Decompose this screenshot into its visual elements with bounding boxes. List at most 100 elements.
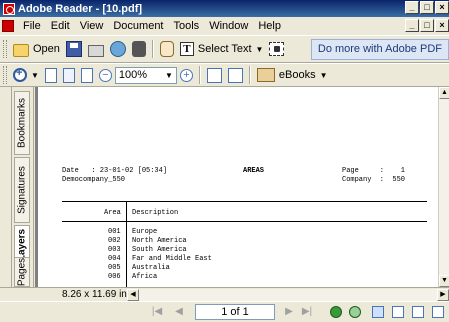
close-button[interactable]: × xyxy=(435,1,449,14)
chevron-down-icon[interactable]: ▼ xyxy=(320,71,328,80)
page-size-label: 8.26 x 11.69 in xyxy=(62,289,127,300)
table-row-code: 002 xyxy=(108,237,121,245)
menu-file[interactable]: File xyxy=(18,20,46,32)
rotate-icon xyxy=(227,67,243,83)
table-header-rule xyxy=(62,221,427,222)
scroll-left-button[interactable]: ◀ xyxy=(127,289,139,301)
zoom-value: 100% xyxy=(118,69,148,81)
rotate-ccw-button[interactable] xyxy=(225,65,246,85)
menu-tools[interactable]: Tools xyxy=(169,20,205,32)
status-bar: |◀ ◀ 1 of 1 ▶ ▶| xyxy=(0,301,449,322)
toolbar-grip[interactable] xyxy=(3,66,7,84)
tab-bookmarks-label: Bookmarks xyxy=(16,97,28,149)
table-row-code: 006 xyxy=(108,273,121,281)
email-button[interactable] xyxy=(107,39,129,59)
zoom-in-icon xyxy=(13,67,27,82)
menu-edit[interactable]: Edit xyxy=(46,20,75,32)
fit-width-button[interactable] xyxy=(78,65,96,85)
menu-help[interactable]: Help xyxy=(253,20,286,32)
snapshot-button[interactable] xyxy=(266,39,287,59)
select-text-label: Select Text xyxy=(197,43,252,55)
document-window-controls: _ □ × xyxy=(404,19,449,32)
scroll-right-button[interactable]: ▶ xyxy=(437,289,449,301)
snapshot-icon xyxy=(269,42,285,56)
rotate-button[interactable] xyxy=(204,65,225,85)
facing-icon[interactable] xyxy=(412,306,424,318)
document-view[interactable]: Date : 23-01-02 [05:34] Democompany_550 … xyxy=(35,87,438,287)
select-text-button[interactable]: T Select Text ▼ xyxy=(177,39,267,59)
chevron-down-icon[interactable]: ▼ xyxy=(256,45,264,54)
document-icon[interactable] xyxy=(2,20,14,32)
zoom-out-button[interactable]: − xyxy=(96,65,115,85)
single-page-icon[interactable] xyxy=(372,306,384,318)
report-title: AREAS xyxy=(243,167,265,175)
go-back-icon[interactable] xyxy=(330,306,342,318)
menu-window[interactable]: Window xyxy=(204,20,253,32)
first-page-icon[interactable]: |◀ xyxy=(150,305,164,319)
report-company-name: Democompany_550 xyxy=(62,176,126,184)
fit-page-icon xyxy=(62,67,75,83)
page-number-input[interactable]: 1 of 1 xyxy=(195,304,275,320)
adobe-pdf-promo-button[interactable]: Do more with Adobe PDF xyxy=(310,39,449,60)
actual-size-button[interactable] xyxy=(42,65,60,85)
tab-signatures-label: Signatures xyxy=(16,166,28,214)
doc-restore-button[interactable]: □ xyxy=(420,19,434,32)
table-row-code: 004 xyxy=(108,255,121,263)
menu-view[interactable]: View xyxy=(75,20,109,32)
fit-width-icon xyxy=(80,67,93,83)
zoom-level-input[interactable]: 100% ▼ xyxy=(114,66,177,84)
tab-signatures[interactable]: Signatures xyxy=(14,157,30,223)
tab-pages-label: Pages xyxy=(16,257,28,287)
app-icon[interactable] xyxy=(3,2,15,15)
column-header-description: Description xyxy=(132,209,179,217)
open-button[interactable]: Open xyxy=(10,39,63,59)
column-header-area: Area xyxy=(104,209,121,217)
last-page-icon[interactable]: ▶| xyxy=(300,305,314,319)
next-page-icon[interactable]: ▶ xyxy=(282,305,296,319)
continuous-facing-icon[interactable] xyxy=(432,306,444,318)
file-toolbar: Open T Select Text ▼ Do more with Adobe … xyxy=(0,35,449,63)
fit-page-button[interactable] xyxy=(60,65,78,85)
table-row-code: 001 xyxy=(108,228,121,236)
report-company: Company : 550 xyxy=(342,176,406,184)
menu-document[interactable]: Document xyxy=(108,20,168,32)
folder-open-icon xyxy=(13,43,29,57)
zoom-in-tool-button[interactable]: ▼ xyxy=(10,65,42,85)
select-text-icon: T xyxy=(179,42,194,56)
vertical-scrollbar[interactable]: ▲ ▼ xyxy=(438,87,449,287)
print-icon xyxy=(87,44,104,57)
go-forward-icon[interactable] xyxy=(349,306,361,318)
horizontal-scroll-row: 8.26 x 11.69 in ◀ ▶ xyxy=(0,287,449,301)
search-button[interactable] xyxy=(129,39,149,59)
nav-panel-handle[interactable] xyxy=(2,87,12,287)
hand-tool-button[interactable] xyxy=(157,39,177,59)
scroll-up-button[interactable]: ▲ xyxy=(439,87,449,99)
actual-size-icon xyxy=(44,67,57,83)
continuous-icon[interactable] xyxy=(392,306,404,318)
save-button[interactable] xyxy=(63,39,85,59)
minimize-button[interactable]: _ xyxy=(405,1,419,14)
scroll-down-button[interactable]: ▼ xyxy=(439,275,449,287)
tab-pages[interactable]: Pages xyxy=(14,257,30,287)
doc-minimize-button[interactable]: _ xyxy=(405,19,419,32)
report-page: Page : 1 xyxy=(342,167,406,175)
title-bar: Adobe Reader - [10.pdf] _ □ × xyxy=(0,0,449,17)
toolbar-grip[interactable] xyxy=(3,40,7,58)
search-icon xyxy=(131,41,146,57)
open-label: Open xyxy=(33,43,60,55)
chevron-down-icon[interactable]: ▼ xyxy=(165,71,173,80)
save-icon xyxy=(65,41,82,57)
table-row-desc: Africa xyxy=(132,273,158,281)
view-toolbar: ▼ − 100% ▼ + eBooks ▼ xyxy=(0,63,449,87)
doc-close-button[interactable]: × xyxy=(435,19,449,32)
zoom-in-button[interactable]: + xyxy=(177,65,196,85)
maximize-button[interactable]: □ xyxy=(420,1,434,14)
horizontal-scrollbar[interactable]: ◀ ▶ xyxy=(127,289,449,301)
tab-bookmarks[interactable]: Bookmarks xyxy=(14,91,30,155)
table-top-rule xyxy=(62,201,427,202)
chevron-down-icon[interactable]: ▼ xyxy=(31,71,39,80)
navigation-panel: Bookmarks Signatures Layers Pages xyxy=(0,87,34,287)
print-button[interactable] xyxy=(85,39,107,59)
ebooks-button[interactable]: eBooks ▼ xyxy=(254,65,331,85)
previous-page-icon[interactable]: ◀ xyxy=(172,305,186,319)
